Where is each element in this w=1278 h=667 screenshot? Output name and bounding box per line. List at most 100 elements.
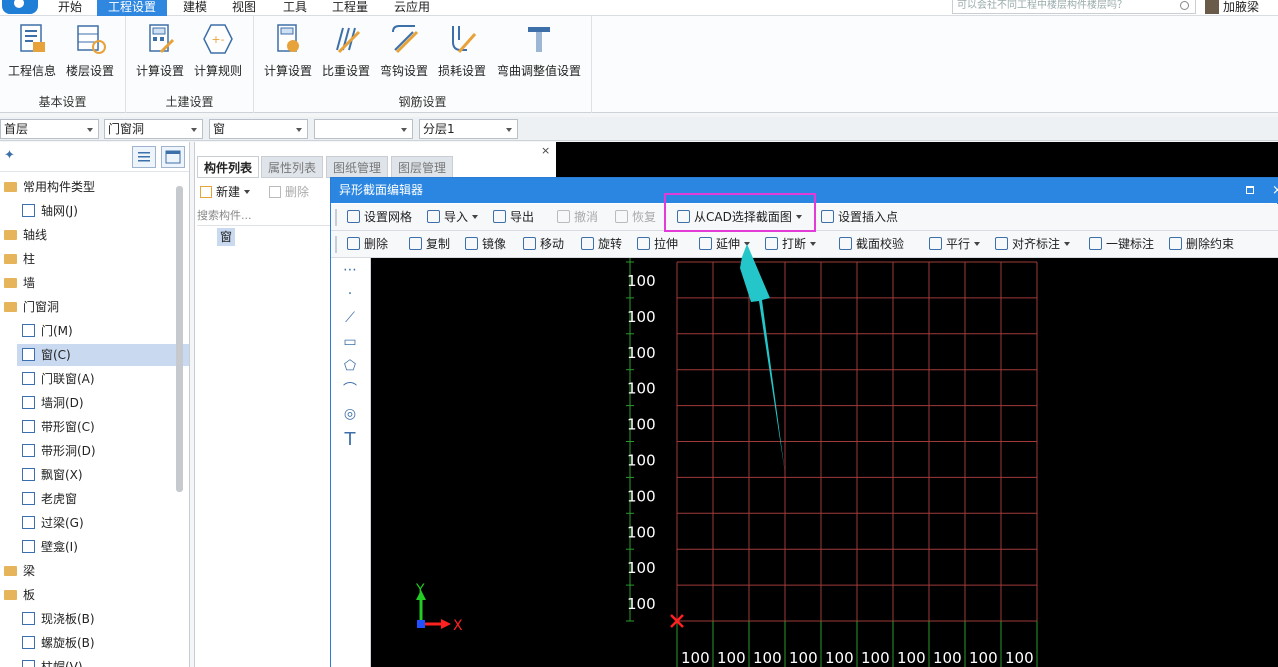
tree-item[interactable]: 带形窗(C) xyxy=(17,416,189,438)
tb2-rotate-button[interactable]: 旋转 xyxy=(581,231,622,258)
chevron-down-icon[interactable] xyxy=(472,215,479,219)
tree-item[interactable]: 窗(C) xyxy=(17,344,189,366)
tb2-delete-button[interactable]: 删除 xyxy=(347,231,388,258)
tb1-undo-button[interactable]: 撤消 xyxy=(557,204,598,231)
app-logo-icon[interactable] xyxy=(2,0,38,14)
tb2-check-button[interactable]: 截面校验 xyxy=(839,231,904,258)
toolbar-grip[interactable] xyxy=(335,209,337,226)
tb2-stretch-button[interactable]: 拉伸 xyxy=(637,231,678,258)
tab-property-list[interactable]: 属性列表 xyxy=(261,156,323,178)
chevron-down-icon[interactable] xyxy=(1064,242,1071,246)
component-item-window[interactable]: 窗 xyxy=(217,228,235,246)
menu-modeling[interactable]: 建模 xyxy=(177,0,213,16)
chevron-down-icon[interactable] xyxy=(810,242,817,246)
chevron-down-icon[interactable] xyxy=(974,242,981,246)
polygon-tool-icon[interactable]: ⬠ xyxy=(340,356,360,376)
help-search-input[interactable]: 可以会社不同工程中楼层构件楼层吗？ xyxy=(952,0,1196,14)
tree-item[interactable]: 老虎窗 xyxy=(17,488,189,510)
text-tool-icon[interactable]: T xyxy=(340,430,360,450)
calc-rules-button[interactable]: +- 计算规则 xyxy=(192,20,244,80)
civil-calc-settings-button[interactable]: 计算设置 xyxy=(134,20,186,80)
component-search-input[interactable]: 搜索构件... xyxy=(197,206,331,226)
floor-select[interactable]: 首层 xyxy=(0,119,99,139)
chevron-down-icon[interactable] xyxy=(744,242,751,246)
component-type-select[interactable]: 窗 xyxy=(209,119,308,139)
menu-quantities[interactable]: 工程量 xyxy=(326,0,374,16)
tab-drawing-management[interactable]: 图纸管理 xyxy=(326,156,388,178)
sublayer-select[interactable]: 分层1 xyxy=(419,119,518,139)
tree-item[interactable]: 门(M) xyxy=(17,320,189,342)
search-icon[interactable] xyxy=(1180,1,1189,10)
tree-folder[interactable]: 墙 xyxy=(0,272,176,294)
tb2-parallel-button[interactable]: 平行 xyxy=(929,231,981,258)
tree-folder[interactable]: 门窗洞 xyxy=(0,296,176,318)
loss-settings-button[interactable]: 损耗设置 xyxy=(436,20,488,80)
floor-settings-button[interactable]: 楼层设置 xyxy=(64,20,116,80)
tree-item-label: 柱帽(V) xyxy=(41,660,83,667)
point-tool-icon[interactable]: · xyxy=(340,284,360,304)
tree-folder[interactable]: 常用构件类型 xyxy=(0,176,176,198)
line-tool-icon[interactable]: ⟋ xyxy=(340,308,360,328)
rectangle-tool-icon[interactable]: ▭ xyxy=(340,332,360,352)
tree-item[interactable]: 飘窗(X) xyxy=(17,464,189,486)
menu-view[interactable]: 视图 xyxy=(226,0,262,16)
section-drawing-area[interactable]: 100 100 100 100 100 100 100 100 100 100 100 100 100 1… xyxy=(371,258,1278,667)
tree-folder[interactable]: 梁 xyxy=(0,560,176,582)
y-axis-label: Y xyxy=(415,582,425,598)
close-icon[interactable]: × xyxy=(1272,178,1278,203)
tree-item-label: 飘窗(X) xyxy=(41,468,83,482)
tree-item[interactable]: 带形洞(D) xyxy=(17,440,189,462)
delete-component-button[interactable]: 删除 xyxy=(269,180,309,204)
density-settings-button[interactable]: 比重设置 xyxy=(320,20,372,80)
tb1-insert-point-button[interactable]: 设置插入点 xyxy=(821,204,898,231)
tree-item[interactable]: 螺旋板(B) xyxy=(17,632,189,654)
tb1-redo-button[interactable]: 恢复 xyxy=(615,204,656,231)
tb2-break-button[interactable]: 打断 xyxy=(765,231,817,258)
detail-view-button[interactable] xyxy=(161,146,185,168)
bend-adjust-settings-button[interactable]: 弯曲调整值设置 xyxy=(494,20,584,80)
tree-item[interactable]: 现浇板(B) xyxy=(17,608,189,630)
tree-item[interactable]: 壁龛(I) xyxy=(17,536,189,558)
tb2-align-dim-button[interactable]: 对齐标注 xyxy=(995,231,1071,258)
tree-item[interactable]: 轴网(J) xyxy=(17,200,189,222)
tree-item[interactable]: 过梁(G) xyxy=(17,512,189,534)
menu-tools[interactable]: 工具 xyxy=(277,0,313,16)
tree-item[interactable]: 墙洞(D) xyxy=(17,392,189,414)
panel-close-icon[interactable]: × xyxy=(541,144,550,157)
tb2-copy-button[interactable]: 复制 xyxy=(409,231,450,258)
component-name-select[interactable] xyxy=(314,119,413,139)
dotted-line-tool-icon[interactable]: ⋯ xyxy=(340,260,360,280)
project-info-button[interactable]: 工程信息 xyxy=(6,20,58,80)
circle-tool-icon[interactable]: ◎ xyxy=(340,404,360,424)
tb2-mirror-button[interactable]: 镜像 xyxy=(465,231,506,258)
sparkle-icon[interactable]: ✦ xyxy=(4,148,15,163)
tab-component-list[interactable]: 构件列表 xyxy=(197,156,259,178)
menu-project-settings[interactable]: 工程设置 xyxy=(97,0,167,16)
tree-folder[interactable]: 柱 xyxy=(0,248,176,270)
maximize-icon[interactable] xyxy=(1246,186,1254,194)
list-view-button[interactable] xyxy=(132,146,156,168)
tb2-extend-button[interactable]: 延伸 xyxy=(699,231,751,258)
tree-folder[interactable]: 板 xyxy=(0,584,176,606)
menu-cloud[interactable]: 云应用 xyxy=(388,0,436,16)
tb2-remove-constraint-button[interactable]: 删除约束 xyxy=(1169,231,1234,258)
tb1-export-button[interactable]: 导出 xyxy=(493,204,534,231)
tree-item[interactable]: 门联窗(A) xyxy=(17,368,189,390)
category-select[interactable]: 门窗洞 xyxy=(104,119,203,139)
hook-settings-button[interactable]: 弯钩设置 xyxy=(378,20,430,80)
tree-item[interactable]: 柱帽(V) xyxy=(17,656,189,667)
tb2-move-button[interactable]: 移动 xyxy=(523,231,564,258)
user-account[interactable]: 加腋梁 xyxy=(1205,0,1259,16)
tab-layer-management[interactable]: 图层管理 xyxy=(391,156,453,178)
tb1-grid-settings-button[interactable]: 设置网格 xyxy=(347,204,412,231)
tb1-import-button[interactable]: 导入 xyxy=(427,204,479,231)
tree-scrollbar[interactable] xyxy=(176,186,183,492)
grid-canvas[interactable]: 100 100 100 100 100 100 100 100 100 100 100 100 100 1… xyxy=(371,258,1278,667)
toolbar-grip[interactable] xyxy=(335,236,337,253)
tree-folder[interactable]: 轴线 xyxy=(0,224,176,246)
new-component-button[interactable]: 新建 xyxy=(200,180,251,204)
arc-tool-icon[interactable]: ⌒ xyxy=(340,380,360,400)
menu-start[interactable]: 开始 xyxy=(52,0,88,16)
rebar-calc-settings-button[interactable]: 计算设置 xyxy=(262,20,314,80)
tb2-auto-dim-button[interactable]: 一键标注 xyxy=(1089,231,1154,258)
